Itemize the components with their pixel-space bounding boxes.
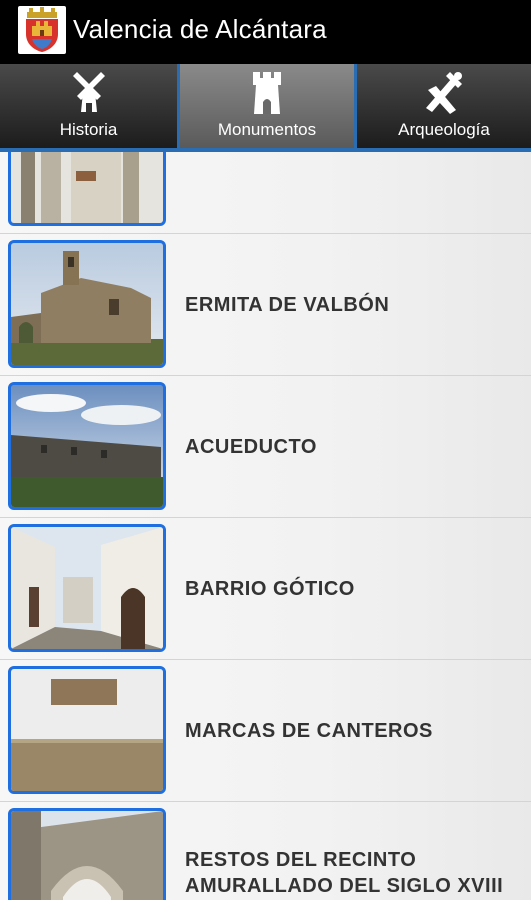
list-item[interactable]: ACUEDUCTO <box>0 376 531 518</box>
stone-arch-thumbnail <box>8 808 166 900</box>
stone-gate-thumbnail <box>8 152 166 226</box>
list-item-label: MARCAS DE CANTEROS <box>185 719 433 742</box>
tab-label-monumentos: Monumentos <box>217 120 317 139</box>
tab-monumentos[interactable]: Monumentos <box>177 64 357 148</box>
gothic-street-thumbnail <box>8 524 166 652</box>
list-item[interactable] <box>0 152 531 234</box>
list-item[interactable]: MARCAS DE CANTEROS <box>0 660 531 802</box>
list-item-label: BARRIO GÓTICO <box>185 577 355 600</box>
tab-bar: Historia Monumentos Arqueología <box>0 64 531 152</box>
list-item[interactable]: BARRIO GÓTICO <box>0 518 531 660</box>
action-bar: Valencia de Alcántara <box>0 0 531 64</box>
monuments-list: ERMITA DE VALBÓN ACUEDUCTO BARRIO GÓTICO… <box>0 152 531 900</box>
list-item-label: ACUEDUCTO <box>185 435 317 458</box>
tower-icon <box>245 68 289 116</box>
list-item-label: RESTOS DEL RECINTO AMURALLADO DEL SIGLO … <box>185 848 504 897</box>
aqueduct-thumbnail <box>8 382 166 510</box>
stone-chapel-thumbnail <box>8 240 166 368</box>
list-item[interactable]: RESTOS DEL RECINTO AMURALLADO DEL SIGLO … <box>0 802 531 900</box>
tab-arqueologia[interactable]: Arqueología <box>357 64 531 148</box>
list-item-label <box>185 152 511 233</box>
windmill-icon <box>67 68 111 116</box>
tab-historia[interactable]: Historia <box>0 64 177 148</box>
list-item[interactable]: ERMITA DE VALBÓN <box>0 234 531 376</box>
tab-label-arqueologia: Arqueología <box>398 120 490 139</box>
app-title: Valencia de Alcántara <box>73 14 327 44</box>
stonemason-marks-thumbnail <box>8 666 166 794</box>
tab-label-historia: Historia <box>59 120 118 139</box>
coat-of-arms-icon[interactable] <box>18 6 66 54</box>
archaeology-tools-icon <box>422 68 466 116</box>
list-item-label: ERMITA DE VALBÓN <box>185 293 390 316</box>
